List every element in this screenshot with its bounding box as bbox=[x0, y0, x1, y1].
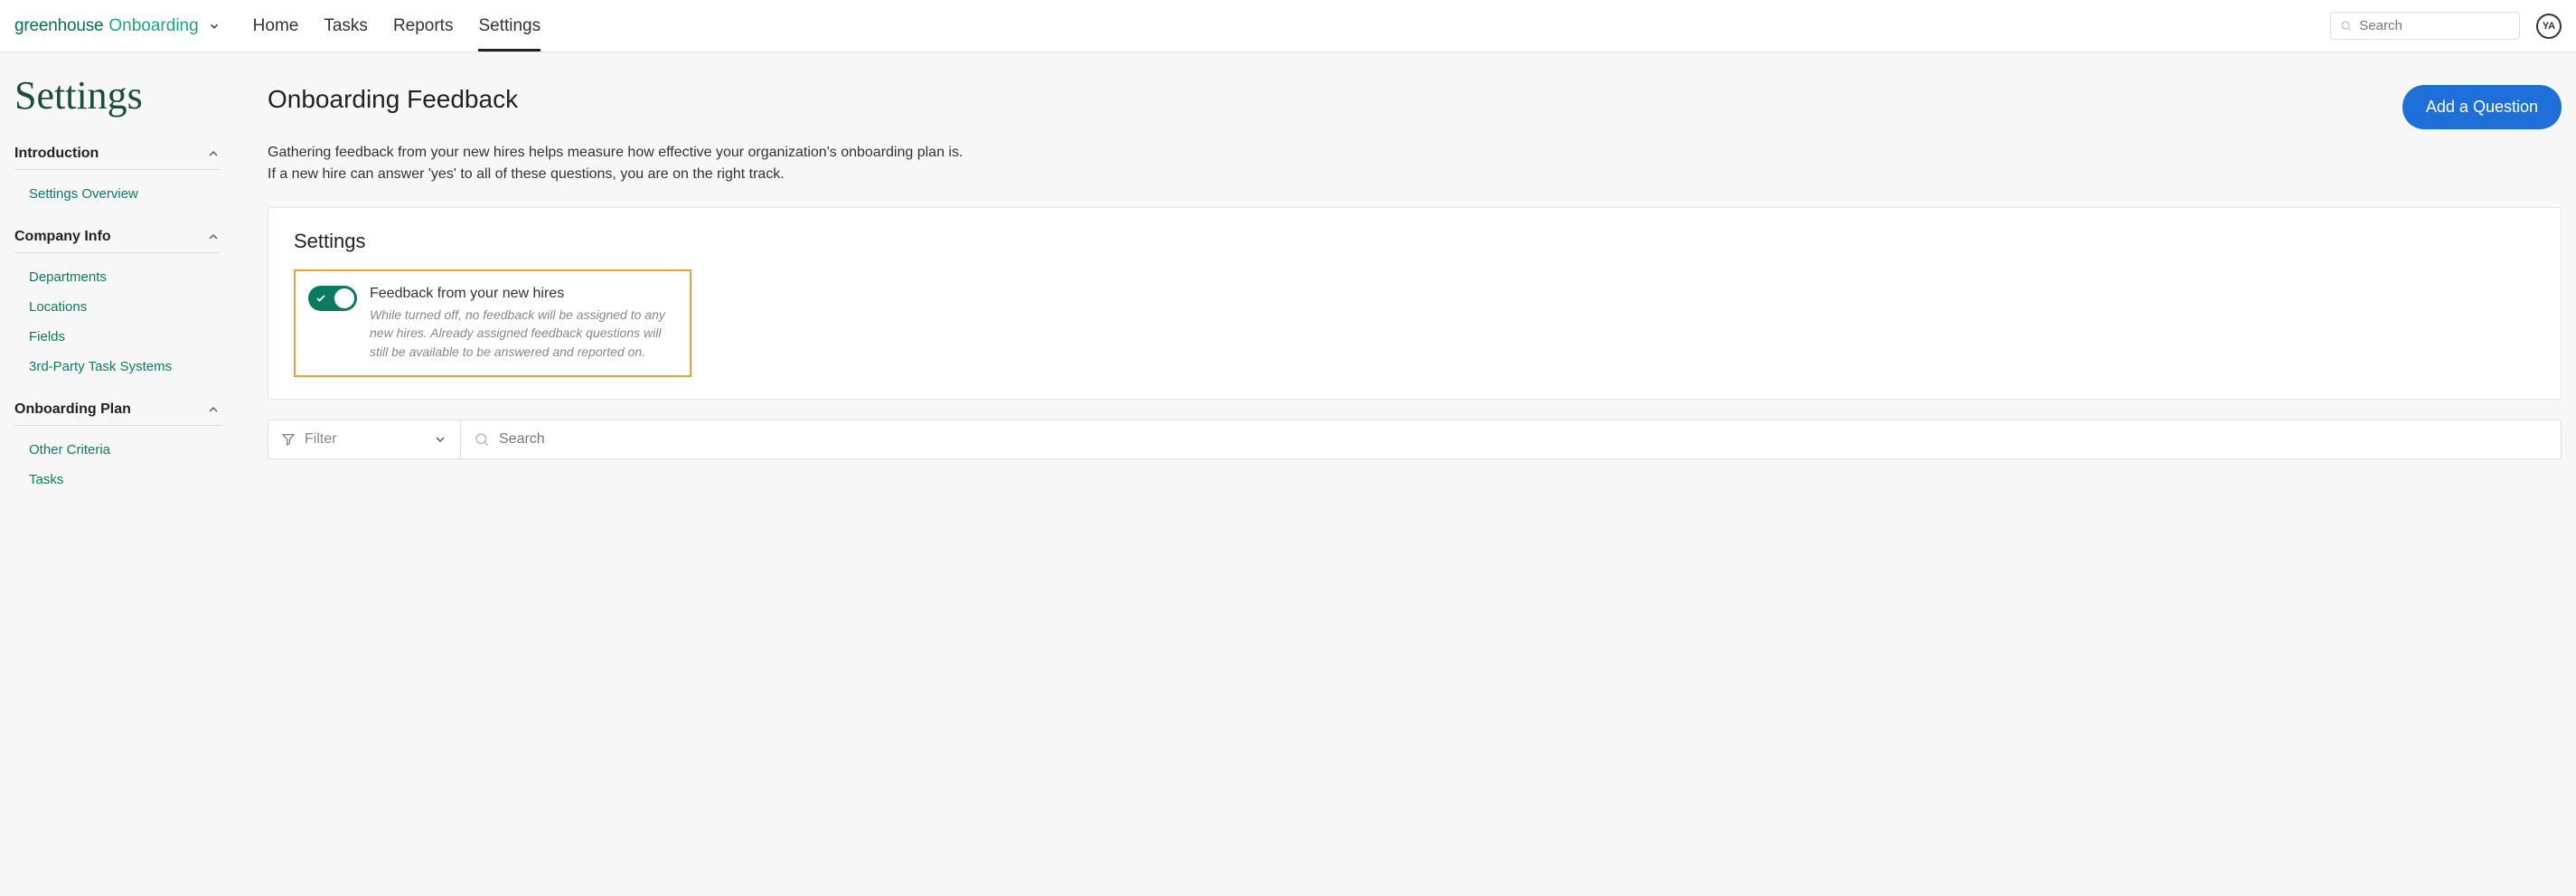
page-title: Settings bbox=[14, 72, 221, 118]
search-icon bbox=[474, 431, 490, 448]
add-question-button[interactable]: Add a Question bbox=[2402, 85, 2562, 129]
sidebar-section-company-info: Company Info Departments Locations Field… bbox=[14, 220, 221, 387]
sidebar-item-locations[interactable]: Locations bbox=[29, 292, 221, 322]
section-header-company-info[interactable]: Company Info bbox=[14, 220, 221, 253]
sidebar: Settings Introduction Settings Overview … bbox=[0, 52, 235, 505]
filter-icon bbox=[281, 432, 296, 447]
filter-dropdown[interactable]: Filter bbox=[268, 420, 461, 459]
chevron-up-icon bbox=[206, 146, 221, 161]
chevron-down-icon[interactable] bbox=[208, 20, 221, 33]
sidebar-section-introduction: Introduction Settings Overview bbox=[14, 137, 221, 214]
toggle-label: Feedback from your new hires bbox=[370, 286, 677, 302]
chevron-up-icon bbox=[206, 402, 221, 417]
global-search-input[interactable] bbox=[2359, 18, 2510, 33]
nav-reports[interactable]: Reports bbox=[393, 0, 454, 52]
search-icon bbox=[2340, 19, 2352, 33]
nav-tasks[interactable]: Tasks bbox=[324, 0, 368, 52]
list-search-input[interactable] bbox=[499, 431, 2548, 448]
sidebar-section-onboarding-plan: Onboarding Plan Other Criteria Tasks bbox=[14, 392, 221, 500]
section-title: Onboarding Plan bbox=[14, 401, 131, 418]
global-search[interactable] bbox=[2330, 12, 2520, 40]
settings-card: Settings Feedback from your new hires Wh… bbox=[268, 207, 2562, 400]
feedback-toggle-box: Feedback from your new hires While turne… bbox=[294, 269, 691, 377]
main-title: Onboarding Feedback bbox=[268, 85, 518, 114]
sidebar-item-other-criteria[interactable]: Other Criteria bbox=[29, 435, 221, 465]
filter-label: Filter bbox=[305, 431, 337, 448]
avatar[interactable]: YA bbox=[2536, 14, 2562, 39]
section-header-introduction[interactable]: Introduction bbox=[14, 137, 221, 170]
description-line1: Gathering feedback from your new hires h… bbox=[268, 142, 2562, 164]
filter-row: Filter bbox=[268, 420, 2562, 459]
chevron-up-icon bbox=[206, 230, 221, 244]
section-title: Introduction bbox=[14, 146, 99, 162]
sidebar-item-settings-overview[interactable]: Settings Overview bbox=[29, 179, 221, 209]
toggle-description: While turned off, no feedback will be as… bbox=[370, 306, 677, 361]
section-title: Company Info bbox=[14, 229, 111, 245]
main-content: Onboarding Feedback Add a Question Gathe… bbox=[235, 52, 2576, 505]
chevron-down-icon bbox=[433, 432, 447, 447]
sidebar-item-tasks[interactable]: Tasks bbox=[29, 465, 221, 495]
brand-text-onboarding: Onboarding bbox=[108, 16, 198, 36]
brand-text-greenhouse: greenhouse bbox=[14, 16, 103, 36]
card-title: Settings bbox=[294, 230, 2535, 253]
main-description: Gathering feedback from your new hires h… bbox=[268, 142, 2562, 185]
brand-logo[interactable]: greenhouse Onboarding bbox=[14, 16, 221, 36]
section-header-onboarding-plan[interactable]: Onboarding Plan bbox=[14, 392, 221, 426]
feedback-toggle[interactable] bbox=[308, 286, 357, 311]
list-search[interactable] bbox=[461, 420, 2562, 459]
nav-home[interactable]: Home bbox=[253, 0, 299, 52]
nav-items: Home Tasks Reports Settings bbox=[253, 0, 541, 52]
nav-settings[interactable]: Settings bbox=[478, 0, 541, 52]
check-icon bbox=[315, 293, 326, 304]
top-nav: greenhouse Onboarding Home Tasks Reports… bbox=[0, 0, 2576, 52]
sidebar-item-fields[interactable]: Fields bbox=[29, 322, 221, 352]
description-line2: If a new hire can answer 'yes' to all of… bbox=[268, 164, 2562, 185]
toggle-knob bbox=[334, 288, 354, 308]
sidebar-item-3rd-party[interactable]: 3rd-Party Task Systems bbox=[29, 352, 221, 382]
sidebar-item-departments[interactable]: Departments bbox=[29, 262, 221, 292]
